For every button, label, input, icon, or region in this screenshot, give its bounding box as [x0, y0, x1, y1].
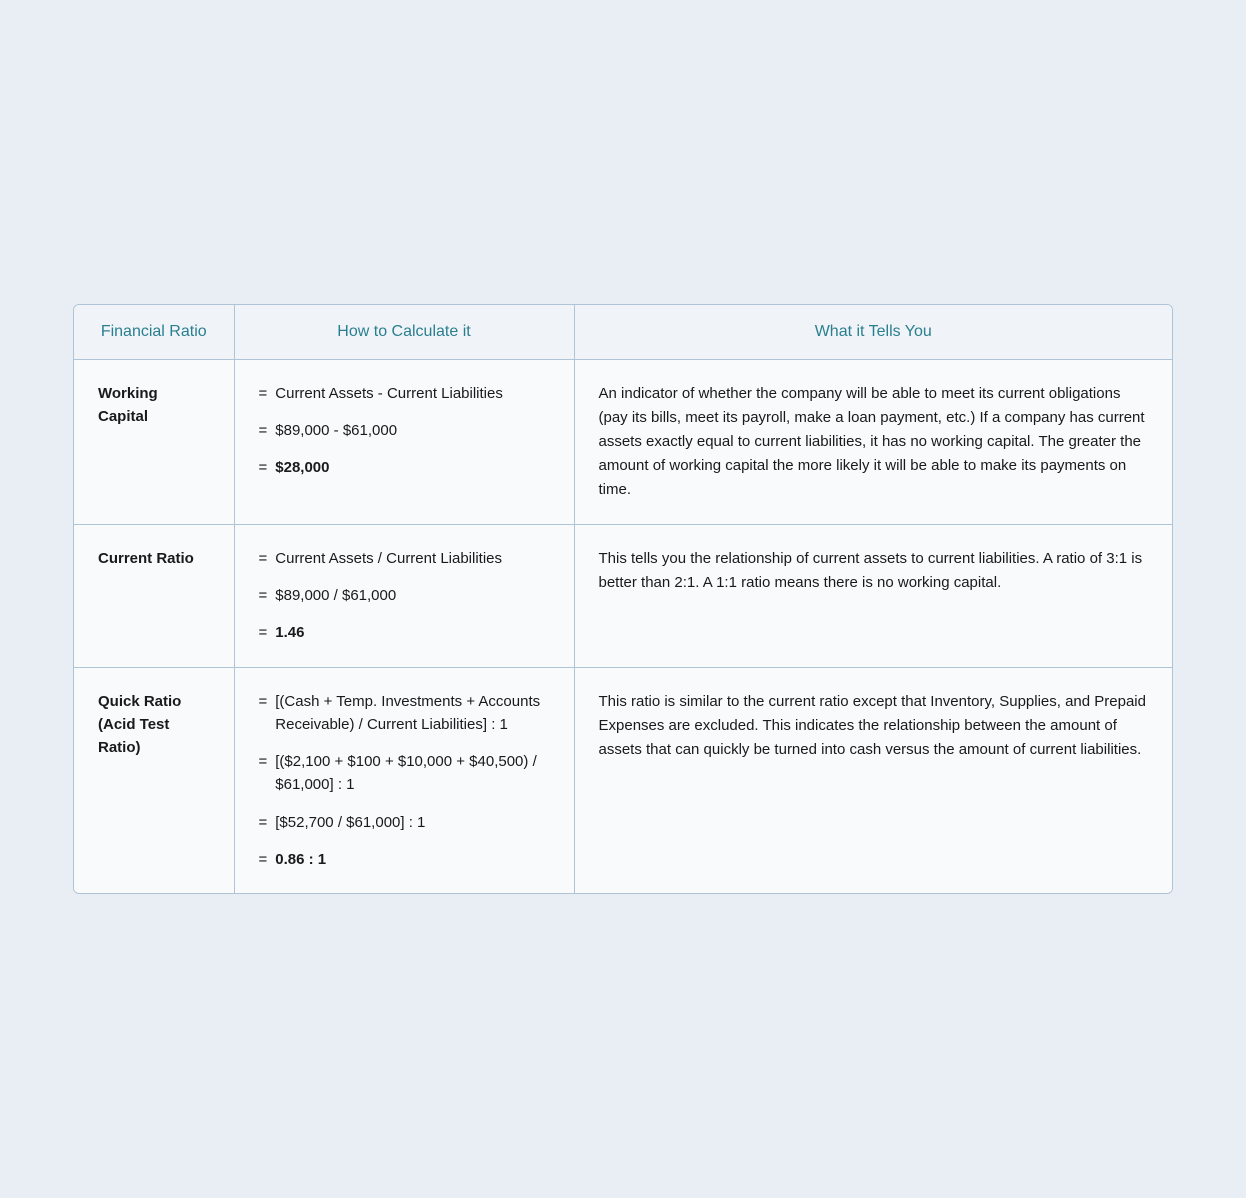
calc-text: [($2,100 + $100 + $10,000 + $40,500) / $… [275, 750, 549, 797]
calc-text: Current Assets - Current Liabilities [275, 382, 503, 405]
calc-line: = Current Assets - Current Liabilities [259, 382, 550, 405]
calc-text: $28,000 [275, 456, 329, 479]
calc-text: 0.86 : 1 [275, 848, 326, 871]
description-cell: An indicator of whether the company will… [574, 359, 1172, 524]
ratio-name-cell: Current Ratio [74, 524, 234, 667]
calculation-cell: = Current Assets - Current Liabilities= … [234, 359, 574, 524]
calc-line: = [($2,100 + $100 + $10,000 + $40,500) /… [259, 750, 550, 797]
calc-line: = $89,000 - $61,000 [259, 419, 550, 442]
description-cell: This ratio is similar to the current rat… [574, 667, 1172, 893]
calc-text: 1.46 [275, 621, 304, 644]
financial-ratios-table: Financial Ratio How to Calculate it What… [73, 304, 1173, 894]
equals-sign: = [259, 690, 268, 713]
equals-sign: = [259, 621, 268, 644]
equals-sign: = [259, 811, 268, 834]
calc-text: [(Cash + Temp. Investments + Accounts Re… [275, 690, 549, 737]
calc-line: = $28,000 [259, 456, 550, 479]
equals-sign: = [259, 750, 268, 773]
equals-sign: = [259, 456, 268, 479]
equals-sign: = [259, 848, 268, 871]
calc-text: Current Assets / Current Liabilities [275, 547, 502, 570]
equals-sign: = [259, 547, 268, 570]
equals-sign: = [259, 419, 268, 442]
calc-text: $89,000 - $61,000 [275, 419, 397, 442]
table-row: Quick Ratio (Acid Test Ratio) = [(Cash + … [74, 667, 1172, 893]
calc-line: = [$52,700 / $61,000] : 1 [259, 811, 550, 834]
calc-line: = Current Assets / Current Liabilities [259, 547, 550, 570]
ratio-name-cell: Quick Ratio (Acid Test Ratio) [74, 667, 234, 893]
header-how-to-calculate: How to Calculate it [234, 305, 574, 360]
equals-sign: = [259, 584, 268, 607]
description-cell: This tells you the relationship of curre… [574, 524, 1172, 667]
calc-line: = 1.46 [259, 621, 550, 644]
calc-line: = $89,000 / $61,000 [259, 584, 550, 607]
calc-text: [$52,700 / $61,000] : 1 [275, 811, 425, 834]
calculation-cell: = [(Cash + Temp. Investments + Accounts … [234, 667, 574, 893]
calc-line: = [(Cash + Temp. Investments + Accounts … [259, 690, 550, 737]
calc-text: $89,000 / $61,000 [275, 584, 396, 607]
calculation-cell: = Current Assets / Current Liabilities= … [234, 524, 574, 667]
header-what-it-tells-you: What it Tells You [574, 305, 1172, 360]
calc-line: = 0.86 : 1 [259, 848, 550, 871]
table-row: Working Capital = Current Assets - Curren… [74, 359, 1172, 524]
table-row: Current Ratio = Current Assets / Current … [74, 524, 1172, 667]
header-financial-ratio: Financial Ratio [74, 305, 234, 360]
ratio-name-cell: Working Capital [74, 359, 234, 524]
equals-sign: = [259, 382, 268, 405]
